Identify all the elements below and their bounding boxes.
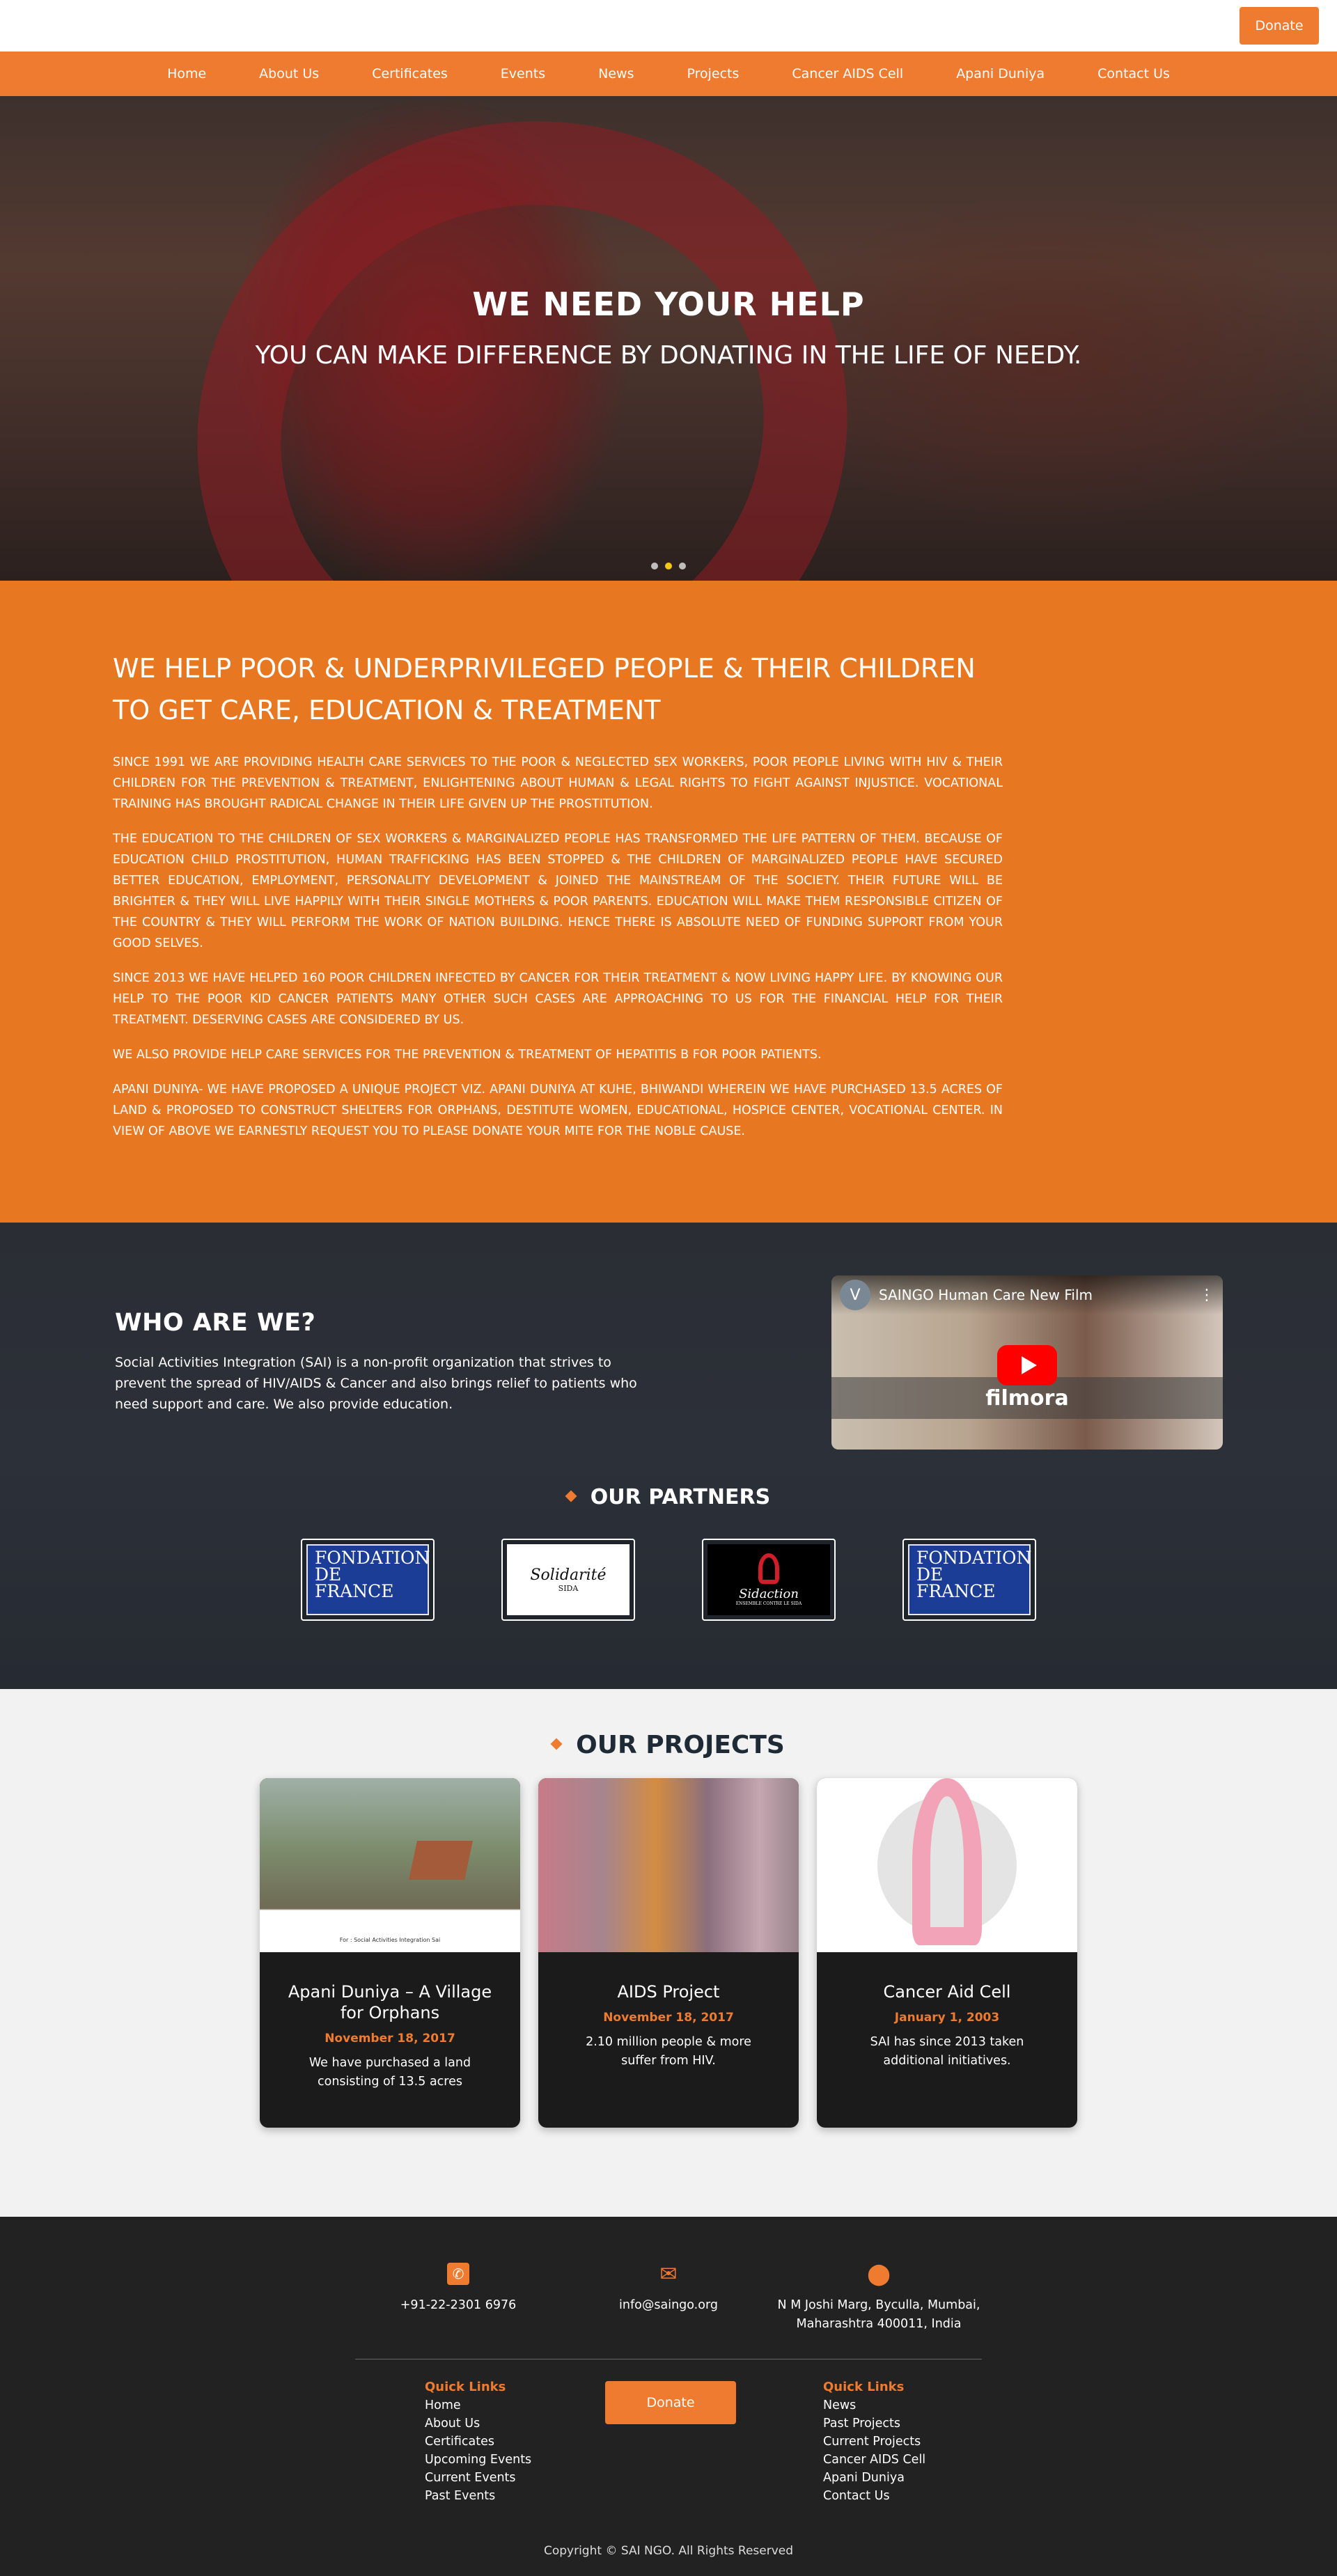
mission-paragraph: SINCE 2013 WE HAVE HELPED 160 POOR CHILD…: [113, 971, 1003, 1027]
project-summary: 2.10 million people & more suffer from H…: [586, 2035, 751, 2068]
quick-links-heading: Quick Links: [425, 2380, 506, 2394]
footer-link-apani-duniya[interactable]: Apani Duniya: [823, 2469, 925, 2487]
carousel-indicators: [0, 563, 1337, 570]
footer-link-cancer-aids-cell[interactable]: Cancer AIDS Cell: [823, 2451, 925, 2469]
site-footer: ✆ +91-22-2301 6976 ✉ info@saingo.org ⬤ N…: [0, 2217, 1337, 2576]
partners-logos: FONDATION DE FRANCE Solidarité SIDA Sida…: [0, 1539, 1337, 1621]
nav-about-us[interactable]: About Us: [259, 66, 319, 81]
project-date: January 1, 2003: [894, 2011, 1000, 2025]
contact-phone: ✆ +91-22-2301 6976: [353, 2260, 563, 2334]
who-are-we-section: WHO ARE WE? Social Activities Integratio…: [0, 1223, 1337, 1689]
partner-logo-fondation-de-france[interactable]: FONDATION DE FRANCE: [301, 1539, 435, 1621]
mission-paragraph: THE EDUCATION TO THE CHILDREN OF SEX WOR…: [113, 832, 1003, 950]
quick-links-left: Quick Links Home About Us Certificates U…: [425, 2378, 531, 2505]
project-title[interactable]: AIDS Project: [566, 1981, 771, 2002]
footer-link-home[interactable]: Home: [425, 2396, 531, 2414]
project-title[interactable]: Cancer Aid Cell: [845, 1981, 1049, 2002]
project-summary: We have purchased a land consisting of 1…: [308, 2056, 471, 2089]
project-card[interactable]: AIDS Project November 18, 2017 2.10 mill…: [538, 1778, 799, 2128]
nav-home[interactable]: Home: [167, 66, 206, 81]
carousel-dot[interactable]: [679, 563, 686, 570]
phone-icon: ✆: [444, 2260, 472, 2288]
contact-address: ⬤ N M Joshi Marg, Byculla, Mumbai, Mahar…: [774, 2260, 984, 2334]
map-pin-icon: ⬤: [867, 2261, 891, 2286]
hero-caption: WE NEED YOUR HELP YOU CAN MAKE DIFFERENC…: [0, 285, 1337, 370]
footer-link-past-projects[interactable]: Past Projects: [823, 2414, 925, 2433]
who-heading: WHO ARE WE?: [115, 1309, 316, 1337]
quick-links-right: Quick Links News Past Projects Current P…: [823, 2378, 925, 2505]
project-image: [817, 1778, 1077, 1952]
channel-avatar[interactable]: V: [840, 1280, 870, 1310]
main-nav: Home About Us Certificates Events News P…: [0, 52, 1337, 96]
quick-links-heading: Quick Links: [823, 2380, 905, 2394]
nav-certificates[interactable]: Certificates: [372, 66, 448, 81]
contact-email: ✉ info@saingo.org: [563, 2260, 774, 2334]
nav-news[interactable]: News: [598, 66, 634, 81]
copyright-text: Copyright © SAI NGO. All Rights Reserved: [543, 2544, 794, 2558]
who-description: Social Activities Integration (SAI) is a…: [115, 1355, 637, 1412]
video-title-bar: V SAINGO Human Care New Film ⋮: [831, 1275, 1223, 1314]
footer-link-current-projects[interactable]: Current Projects: [823, 2433, 925, 2451]
play-button[interactable]: [997, 1345, 1057, 1385]
more-options-icon[interactable]: ⋮: [1199, 1287, 1214, 1304]
project-summary: SAI has since 2013 taken additional init…: [870, 2035, 1024, 2068]
pink-ribbon-icon: [912, 1778, 982, 1945]
project-date: November 18, 2017: [325, 2032, 455, 2045]
project-image: [538, 1778, 799, 1952]
project-date: November 18, 2017: [603, 2011, 734, 2025]
partners-heading: OUR PARTNERS: [0, 1485, 1337, 1509]
nav-contact-us[interactable]: Contact Us: [1097, 66, 1170, 81]
carousel-dot[interactable]: [651, 563, 658, 570]
footer-link-upcoming-events[interactable]: Upcoming Events: [425, 2451, 531, 2469]
video-title[interactable]: SAINGO Human Care New Film: [879, 1287, 1199, 1303]
address-text: N M Joshi Marg, Byculla, Mumbai, Maharas…: [777, 2298, 980, 2331]
video-embed[interactable]: V SAINGO Human Care New Film ⋮ filmora: [831, 1275, 1223, 1450]
projects-section: OUR PROJECTS For : Social Activities Int…: [0, 1689, 1337, 2217]
phone-number[interactable]: +91-22-2301 6976: [353, 2296, 563, 2315]
carousel-dot-active[interactable]: [665, 563, 672, 570]
footer-link-news[interactable]: News: [823, 2396, 925, 2414]
top-bar: Donate: [0, 0, 1337, 52]
play-icon: [1021, 1356, 1037, 1374]
projects-heading: OUR PROJECTS: [0, 1731, 1337, 1759]
partner-logo-solidarite-sida[interactable]: Solidarité SIDA: [501, 1539, 635, 1621]
footer-link-past-events[interactable]: Past Events: [425, 2487, 531, 2505]
mission-paragraph: WE ALSO PROVIDE HELP CARE SERVICES FOR T…: [113, 1048, 822, 1062]
footer-link-about-us[interactable]: About Us: [425, 2414, 531, 2433]
footer-donate-button[interactable]: Donate: [605, 2381, 736, 2424]
project-card[interactable]: For : Social Activities Integration Sai …: [260, 1778, 520, 2128]
email-address[interactable]: info@saingo.org: [563, 2296, 774, 2315]
partner-logo-sidaction[interactable]: Sidaction ENSEMBLE CONTRE LE SIDA: [702, 1539, 836, 1621]
nav-events[interactable]: Events: [501, 66, 545, 81]
project-card[interactable]: Cancer Aid Cell January 1, 2003 SAI has …: [817, 1778, 1077, 2128]
footer-link-contact-us[interactable]: Contact Us: [823, 2487, 925, 2505]
project-title[interactable]: Apani Duniya – A Village for Orphans: [288, 1981, 492, 2023]
diamond-icon: [550, 1738, 563, 1750]
contact-info: ✆ +91-22-2301 6976 ✉ info@saingo.org ⬤ N…: [0, 2260, 1337, 2334]
hero-carousel[interactable]: WE NEED YOUR HELP YOU CAN MAKE DIFFERENC…: [0, 96, 1337, 581]
diamond-icon: [565, 1490, 577, 1502]
partner-logo-fondation-de-france[interactable]: FONDATION DE FRANCE: [902, 1539, 1036, 1621]
nav-projects[interactable]: Projects: [687, 66, 739, 81]
mission-paragraph: APANI DUNIYA- WE HAVE PROPOSED A UNIQUE …: [113, 1083, 1003, 1138]
footer-link-certificates[interactable]: Certificates: [425, 2433, 531, 2451]
footer-link-current-events[interactable]: Current Events: [425, 2469, 531, 2487]
mission-paragraph: SINCE 1991 WE ARE PROVIDING HEALTH CARE …: [113, 755, 1003, 811]
hero-subtitle: YOU CAN MAKE DIFFERENCE BY DONATING IN T…: [255, 341, 1082, 370]
hero-title: WE NEED YOUR HELP: [472, 285, 865, 323]
mission-heading: WE HELP POOR & UNDERPRIVILEGED PEOPLE & …: [113, 653, 976, 725]
red-ribbon-icon: [758, 1553, 779, 1584]
envelope-icon: ✉: [659, 2261, 678, 2286]
nav-cancer-aids-cell[interactable]: Cancer AIDS Cell: [792, 66, 903, 81]
project-image: For : Social Activities Integration Sai: [260, 1778, 520, 1952]
donate-button[interactable]: Donate: [1240, 7, 1319, 45]
nav-apani-duniya[interactable]: Apani Duniya: [956, 66, 1045, 81]
mission-section: WE HELP POOR & UNDERPRIVILEGED PEOPLE & …: [0, 581, 1337, 1223]
